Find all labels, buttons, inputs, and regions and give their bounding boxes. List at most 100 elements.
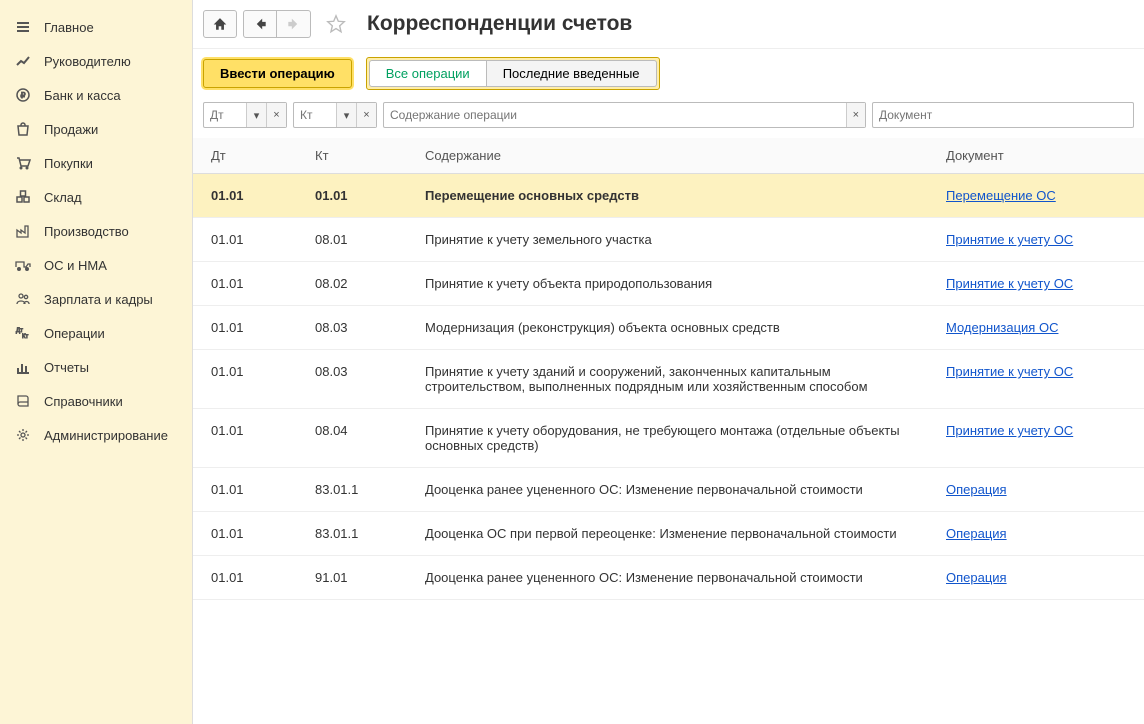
- toggle-all-operations[interactable]: Все операции: [369, 60, 487, 87]
- table-row[interactable]: 01.0183.01.1Дооценка ОС при первой перео…: [193, 512, 1144, 556]
- cell-dt: 01.01: [193, 306, 303, 350]
- cell-content: Принятие к учету земельного участка: [413, 218, 934, 262]
- doc-link[interactable]: Операция: [946, 570, 1007, 585]
- trend-icon: [14, 52, 32, 70]
- svg-text:₽: ₽: [20, 91, 25, 100]
- doc-link[interactable]: Перемещение ОС: [946, 188, 1056, 203]
- forward-button[interactable]: [277, 10, 311, 38]
- toolbar: Ввести операцию Все операции Последние в…: [193, 49, 1144, 98]
- cell-doc: Операция: [934, 512, 1144, 556]
- arrow-left-icon: [253, 17, 267, 31]
- cell-kt: 91.01: [303, 556, 413, 600]
- filter-kt-clear[interactable]: ×: [356, 103, 376, 127]
- sidebar-item-9[interactable]: ДтКт Операции: [0, 316, 192, 350]
- sidebar-item-6[interactable]: Производство: [0, 214, 192, 248]
- sidebar-item-4[interactable]: Покупки: [0, 146, 192, 180]
- table-row[interactable]: 01.0108.03Модернизация (реконструкция) о…: [193, 306, 1144, 350]
- table-row[interactable]: 01.0108.03Принятие к учету зданий и соор…: [193, 350, 1144, 409]
- cell-kt: 01.01: [303, 174, 413, 218]
- col-header-content[interactable]: Содержание: [413, 138, 934, 174]
- col-header-dt[interactable]: Дт: [193, 138, 303, 174]
- correspondence-table: Дт Кт Содержание Документ 01.0101.01Пере…: [193, 138, 1144, 600]
- sidebar-item-5[interactable]: Склад: [0, 180, 192, 214]
- sidebar-item-label: Администрирование: [44, 428, 168, 443]
- doc-link[interactable]: Операция: [946, 526, 1007, 541]
- filter-kt-dropdown[interactable]: ▾: [336, 103, 356, 127]
- table-row[interactable]: 01.0101.01Перемещение основных средствПе…: [193, 174, 1144, 218]
- home-button[interactable]: [203, 10, 237, 38]
- table-wrap[interactable]: Дт Кт Содержание Документ 01.0101.01Пере…: [193, 138, 1144, 724]
- filter-kt-input[interactable]: [294, 103, 336, 127]
- svg-text:Кт: Кт: [22, 334, 28, 340]
- doc-link[interactable]: Принятие к учету ОС: [946, 423, 1073, 438]
- cell-kt: 08.02: [303, 262, 413, 306]
- book-icon: [14, 392, 32, 410]
- sidebar-item-11[interactable]: Справочники: [0, 384, 192, 418]
- cell-content: Принятие к учету зданий и сооружений, за…: [413, 350, 934, 409]
- dtkt-icon: ДтКт: [14, 324, 32, 342]
- cell-doc: Принятие к учету ОС: [934, 350, 1144, 409]
- col-header-doc[interactable]: Документ: [934, 138, 1144, 174]
- titlebar: Корреспонденции счетов: [193, 0, 1144, 49]
- filter-doc-wrap: [872, 102, 1134, 128]
- sidebar-item-2[interactable]: ₽Банк и касса: [0, 78, 192, 112]
- col-header-kt[interactable]: Кт: [303, 138, 413, 174]
- sidebar-item-label: Главное: [44, 20, 94, 35]
- cell-doc: Принятие к учету ОС: [934, 409, 1144, 468]
- cart-icon: [14, 154, 32, 172]
- favorite-button[interactable]: [321, 10, 351, 38]
- sidebar-item-7[interactable]: ОС и НМА: [0, 248, 192, 282]
- cell-doc: Операция: [934, 468, 1144, 512]
- sidebar-item-12[interactable]: Администрирование: [0, 418, 192, 452]
- sidebar-item-3[interactable]: Продажи: [0, 112, 192, 146]
- doc-link[interactable]: Принятие к учету ОС: [946, 364, 1073, 379]
- sidebar-item-10[interactable]: Отчеты: [0, 350, 192, 384]
- sidebar-item-0[interactable]: Главное: [0, 10, 192, 44]
- cell-doc: Модернизация ОС: [934, 306, 1144, 350]
- filter-content-input[interactable]: [384, 103, 846, 127]
- table-row[interactable]: 01.0108.04Принятие к учету оборудования,…: [193, 409, 1144, 468]
- sidebar-item-label: Отчеты: [44, 360, 89, 375]
- doc-link[interactable]: Принятие к учету ОС: [946, 232, 1073, 247]
- cell-dt: 01.01: [193, 556, 303, 600]
- cell-dt: 01.01: [193, 218, 303, 262]
- doc-link[interactable]: Операция: [946, 482, 1007, 497]
- cell-dt: 01.01: [193, 409, 303, 468]
- filter-dt-clear[interactable]: ×: [266, 103, 286, 127]
- cell-kt: 08.01: [303, 218, 413, 262]
- sidebar-item-label: Склад: [44, 190, 82, 205]
- view-toggle-group: Все операции Последние введенные: [366, 57, 660, 90]
- cell-kt: 83.01.1: [303, 468, 413, 512]
- sidebar-item-label: Операции: [44, 326, 105, 341]
- gear-icon: [14, 426, 32, 444]
- filter-dt-input[interactable]: [204, 103, 246, 127]
- back-button[interactable]: [243, 10, 277, 38]
- sidebar-item-1[interactable]: Руководителю: [0, 44, 192, 78]
- cell-dt: 01.01: [193, 512, 303, 556]
- toggle-recent-operations[interactable]: Последние введенные: [487, 60, 657, 87]
- filter-doc-input[interactable]: [873, 103, 1133, 127]
- filter-dt-dropdown[interactable]: ▾: [246, 103, 266, 127]
- filter-content-clear[interactable]: ×: [846, 103, 865, 127]
- cell-content: Дооценка ранее уцененного ОС: Изменение …: [413, 468, 934, 512]
- sidebar-item-label: Производство: [44, 224, 129, 239]
- cell-dt: 01.01: [193, 468, 303, 512]
- table-row[interactable]: 01.0108.02Принятие к учету объекта приро…: [193, 262, 1144, 306]
- filter-row: ▾ × ▾ × ×: [193, 98, 1144, 138]
- sidebar-item-label: Покупки: [44, 156, 93, 171]
- cell-content: Принятие к учету оборудования, не требую…: [413, 409, 934, 468]
- table-row[interactable]: 01.0108.01Принятие к учету земельного уч…: [193, 218, 1144, 262]
- table-row[interactable]: 01.0191.01Дооценка ранее уцененного ОС: …: [193, 556, 1144, 600]
- doc-link[interactable]: Принятие к учету ОС: [946, 276, 1073, 291]
- cell-doc: Операция: [934, 556, 1144, 600]
- cell-doc: Перемещение ОС: [934, 174, 1144, 218]
- cell-dt: 01.01: [193, 262, 303, 306]
- table-row[interactable]: 01.0183.01.1Дооценка ранее уцененного ОС…: [193, 468, 1144, 512]
- sidebar-item-8[interactable]: Зарплата и кадры: [0, 282, 192, 316]
- page-title: Корреспонденции счетов: [367, 12, 632, 36]
- chart-icon: [14, 358, 32, 376]
- doc-link[interactable]: Модернизация ОС: [946, 320, 1058, 335]
- cell-content: Модернизация (реконструкция) объекта осн…: [413, 306, 934, 350]
- main-area: Корреспонденции счетов Ввести операцию В…: [193, 0, 1144, 724]
- enter-operation-button[interactable]: Ввести операцию: [203, 59, 352, 88]
